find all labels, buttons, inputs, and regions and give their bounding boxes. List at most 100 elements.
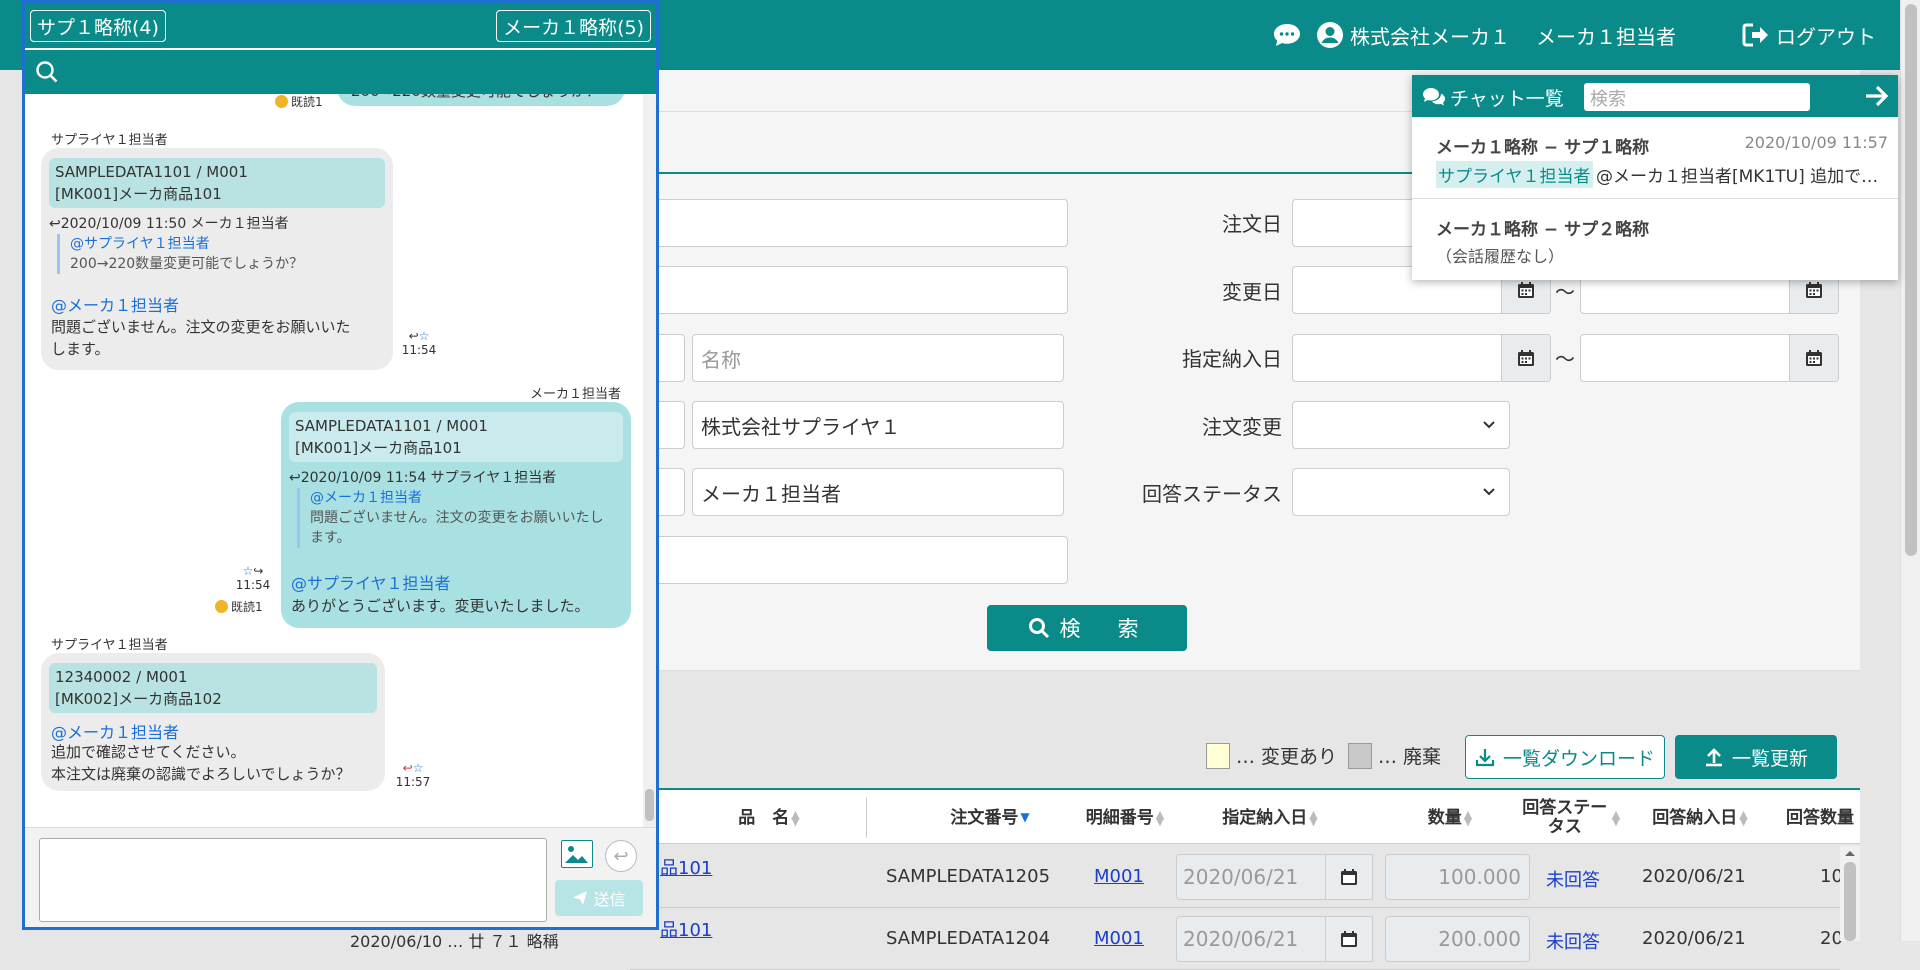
order-number-input[interactable] <box>630 199 1068 247</box>
product-input[interactable] <box>630 266 1068 314</box>
supplier-name-input[interactable]: 株式会社サプライヤ１ <box>692 401 1064 449</box>
col-order-no[interactable]: 注文番号 ▼ <box>900 790 1080 846</box>
message-text: 200→220数量変更可能でしょうか？ <box>351 94 601 102</box>
col-product[interactable]: 品 名 ▲ ▼ <box>660 790 878 846</box>
remarks-input[interactable] <box>630 536 1068 584</box>
chat-item-title: メーカ１略称 − サプ１略称 <box>1436 138 1650 158</box>
page-scroll-thumb[interactable] <box>1905 4 1917 556</box>
column-divider <box>866 798 867 838</box>
chevron-down-icon <box>1483 421 1495 429</box>
chat-list-item[interactable]: メーカ１略称 − サプ２略称 （会話履歴なし） <box>1412 199 1898 280</box>
message-input[interactable] <box>39 838 547 922</box>
quantity-input[interactable]: 100.000 <box>1385 854 1530 900</box>
person-name-input[interactable]: メーカ１担当者 <box>692 468 1064 516</box>
forward-icon[interactable]: ↪ <box>253 564 263 578</box>
chat-search-input[interactable]: 検索 <box>1584 83 1810 111</box>
calendar-icon[interactable] <box>1789 334 1839 382</box>
message-mention[interactable]: @メーカ１担当者 <box>51 719 179 743</box>
tab-maker[interactable]: メーカ１略称(5) <box>496 10 651 42</box>
order-no: SAMPLEDATA1205 <box>886 866 1051 887</box>
image-upload-icon[interactable] <box>561 840 593 868</box>
message-bubble: SAMPLEDATA1101 / M001 [MK001]メーカ商品101 ↩20… <box>41 148 393 370</box>
chat-list-panel: チャット一覧 検索 メーカ１略称 − サプ１略称 2020/10/09 11:5… <box>1412 75 1898 280</box>
answer-status-select[interactable] <box>1292 468 1510 516</box>
scroll-up-icon[interactable] <box>1840 846 1860 860</box>
chat-item-tag: サプライヤ１担当者 <box>1436 161 1593 188</box>
order-date-label: 注文日 <box>1222 212 1282 236</box>
order-reference[interactable]: 12340002 / M001 [MK002]メーカ商品102 <box>49 663 377 713</box>
check-icon <box>215 600 228 613</box>
send-button[interactable]: 送信 <box>555 880 643 916</box>
message-text: 追加で確認させてください。 本注文は廃棄の認識でよろしいでしょうか？ <box>51 743 351 783</box>
partial-row-text: 2020/06/10 … 廿 ７１ 略稱 <box>350 932 559 951</box>
reply-icon[interactable]: ↩ <box>403 761 413 775</box>
col-answer-status[interactable]: 回答ステータス ▲ ▼ <box>1510 790 1630 846</box>
order-change-label: 注文変更 <box>1202 415 1282 439</box>
message-time: 11:57 <box>395 775 431 789</box>
logout-button[interactable]: ログアウト <box>1742 0 1876 70</box>
chat-bubbles-icon <box>1423 88 1446 106</box>
message-sender: メーカ１担当者 <box>530 387 622 402</box>
read-receipt: 既読1 <box>215 598 263 615</box>
calendar-icon[interactable] <box>1325 854 1373 900</box>
tab-supplier[interactable]: サプ１略称(4) <box>30 10 166 42</box>
table-scroll-thumb[interactable] <box>1844 862 1856 941</box>
message-bubble: 200→220数量変更可能でしょうか？ <box>337 94 625 106</box>
chat-window: サプ１略称(4) メーカ１略称(5) 200→220数量変更可能でしょうか？ 既… <box>22 0 659 930</box>
message-actions: ↩☆ 11:57 <box>393 761 433 789</box>
col-line-no[interactable]: 明細番号 ▲ ▼ <box>1070 790 1180 846</box>
delivery-date-input[interactable]: 2020/06/21 <box>1176 854 1326 900</box>
table-scrollbar[interactable] <box>1840 846 1860 941</box>
message-mention[interactable]: @サプライヤ１担当者 <box>291 570 451 594</box>
delivery-date-from-input[interactable] <box>1292 334 1502 382</box>
quantity-input[interactable]: 200.000 <box>1385 916 1530 962</box>
order-change-select[interactable] <box>1292 401 1510 449</box>
col-answer-date[interactable]: 回答納入日 ▲ ▼ <box>1640 790 1760 846</box>
col-quantity[interactable]: 数量 ▲ ▼ <box>1390 790 1510 846</box>
star-icon[interactable]: ☆ <box>419 329 430 343</box>
col-answer-qty[interactable]: 回答数量 <box>1770 790 1870 846</box>
chat-list-header: チャット一覧 検索 <box>1412 75 1898 117</box>
refresh-list-button[interactable]: 一覧更新 <box>1675 735 1837 779</box>
order-reference[interactable]: SAMPLEDATA1101 / M001 [MK001]メーカ商品101 <box>49 158 385 208</box>
message-scrollbar[interactable] <box>643 94 656 827</box>
search-icon[interactable] <box>35 60 59 84</box>
chat-list-item[interactable]: メーカ１略称 − サプ１略称 2020/10/09 11:57 サプライヤ１担当… <box>1412 117 1898 199</box>
calendar-icon[interactable] <box>1501 334 1551 382</box>
chat-window-header: サプ１略称(4) メーカ１略称(5) <box>25 3 656 48</box>
reply-icon[interactable]: ↩ <box>409 329 419 343</box>
logout-icon <box>1742 23 1768 47</box>
download-icon <box>1475 749 1495 767</box>
star-icon[interactable]: ☆ <box>413 761 424 775</box>
message-sender: サプライヤ１担当者 <box>51 133 168 148</box>
col-delivery-date[interactable]: 指定納入日 ▲ ▼ <box>1190 790 1350 846</box>
order-reference[interactable]: SAMPLEDATA1101 / M001 [MK001]メーカ商品101 <box>289 412 623 462</box>
download-label: 一覧ダウンロード <box>1502 747 1655 770</box>
range-separator: ～ <box>1555 280 1575 304</box>
chat-search-bar[interactable] <box>25 50 656 94</box>
line-no-link[interactable]: M001 <box>1094 866 1144 887</box>
line-no-link[interactable]: M001 <box>1094 928 1144 949</box>
chat-item-title: メーカ１略称 − サプ２略称 <box>1436 220 1650 240</box>
chevron-down-icon <box>1483 488 1495 496</box>
calendar-icon[interactable] <box>1325 916 1373 962</box>
message-list[interactable]: 200→220数量変更可能でしょうか？ 既読1 サプライヤ１担当者 SAMPLE… <box>25 94 643 827</box>
download-list-button[interactable]: 一覧ダウンロード <box>1465 735 1665 779</box>
table-row[interactable]: 品101 SAMPLEDATA1204 M001 2020/06/21 200.… <box>630 908 1843 970</box>
arrow-right-icon[interactable] <box>1864 84 1890 108</box>
table-row[interactable]: 品101 SAMPLEDATA1205 M001 2020/06/21 100.… <box>630 846 1843 908</box>
chat-icon[interactable] <box>1272 0 1302 70</box>
page-scrollbar[interactable] <box>1900 0 1920 941</box>
product-link[interactable]: 品101 <box>660 854 712 880</box>
message-mention[interactable]: @メーカ１担当者 <box>51 292 179 316</box>
delivery-date-input[interactable]: 2020/06/21 <box>1176 916 1326 962</box>
product-link[interactable]: 品101 <box>660 916 712 942</box>
delivery-date-to-input[interactable] <box>1580 334 1790 382</box>
user-menu[interactable]: 株式会社メーカ１ メーカ１担当者 <box>1316 0 1676 70</box>
name-input[interactable]: 名称 <box>692 334 1064 382</box>
star-icon[interactable]: ☆ <box>243 564 254 578</box>
message-bubble: 12340002 / M001 [MK002]メーカ商品102 @メーカ１担当者 … <box>41 653 385 791</box>
reply-icon[interactable]: ↩ <box>605 840 637 872</box>
message-scroll-thumb[interactable] <box>645 789 654 821</box>
search-button[interactable]: 検 索 <box>987 605 1187 651</box>
